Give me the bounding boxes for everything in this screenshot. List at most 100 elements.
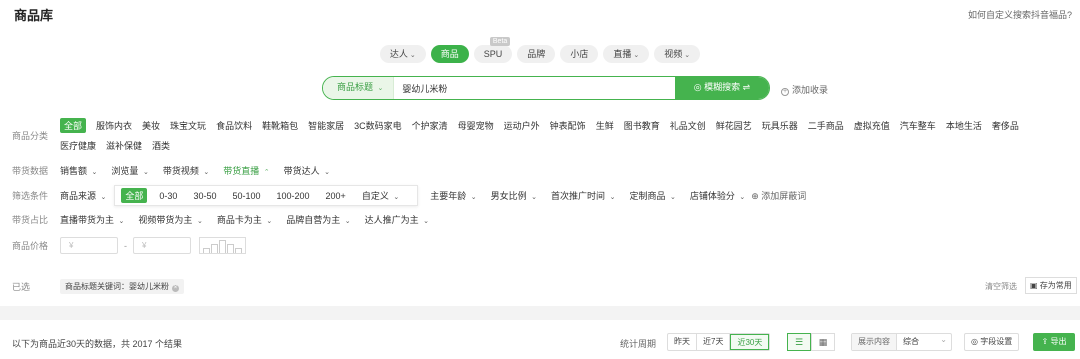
dropdown-label: 带货直播 — [223, 166, 260, 176]
talent-main-dropdown[interactable]: 达人推广为主 ⌄ — [365, 213, 429, 226]
card-main-dropdown[interactable]: 商品卡为主 ⌄ — [217, 213, 272, 226]
range-chip[interactable]: 50-100 — [228, 190, 264, 202]
tab-label: 商品 — [440, 49, 459, 59]
period-7-days[interactable]: 近7天 — [697, 334, 731, 350]
price-max-input[interactable]: ¥ — [133, 237, 191, 254]
dropdown-label: 浏览量 — [111, 166, 139, 176]
save-common-button[interactable]: ▣ 存为常用 — [1025, 277, 1077, 294]
search-bar: 商品标题 ⌄ ◎ 模糊搜索 ⇌ — [322, 76, 770, 100]
category-item[interactable]: 运动户外 — [504, 119, 540, 132]
display-content-select[interactable]: 展示内容 综合 — [851, 332, 952, 351]
tab-label: 品牌 — [527, 49, 546, 59]
selected-tag-text: 商品标题关键词：婴幼儿米粉 — [65, 282, 169, 291]
histogram-bar — [219, 240, 226, 253]
category-item[interactable]: 礼品文创 — [670, 119, 706, 132]
tab-talent[interactable]: 达人 ⌄ — [379, 45, 426, 63]
category-item[interactable]: 3C数码家电 — [354, 119, 402, 132]
price-min-input[interactable]: ¥ — [60, 237, 118, 254]
range-chip-custom[interactable]: 自定义 ⌄ — [358, 188, 403, 203]
chevron-down-icon: ⌄ — [470, 194, 477, 201]
histogram-bar — [227, 244, 234, 253]
tab-video[interactable]: 视频 ⌄ — [654, 45, 701, 63]
chevron-down-icon: ⌄ — [377, 85, 384, 92]
category-item[interactable]: 二手商品 — [808, 119, 844, 132]
page-title: 商品库 — [14, 8, 54, 23]
views-dropdown[interactable]: 浏览量 ⌄ — [111, 164, 148, 177]
category-item[interactable]: 玩具乐器 — [762, 119, 798, 132]
category-item[interactable]: 医疗健康 — [60, 139, 96, 152]
share-ratio-row: 带货占比 直播带货为主 ⌄ 视频带货为主 ⌄ 商品卡为主 ⌄ 品牌自营为主 ⌄ … — [12, 213, 443, 226]
range-chip[interactable]: 100-200 — [273, 190, 314, 202]
list-view-icon[interactable]: ☰ — [787, 333, 811, 351]
dropdown-label: 带货达人 — [283, 166, 320, 176]
fuzzy-search-button[interactable]: ◎ 模糊搜索 ⇌ — [675, 77, 769, 99]
range-chip[interactable]: 全部 — [121, 188, 148, 203]
category-item[interactable]: 服饰内衣 — [96, 119, 132, 132]
category-item[interactable]: 母婴宠物 — [458, 119, 494, 132]
chevron-down-icon: ⌄ — [344, 218, 351, 225]
category-item[interactable]: 酒类 — [152, 139, 170, 152]
category-item[interactable]: 生鲜 — [596, 119, 614, 132]
price-row: 商品价格 ¥ - ¥ — [12, 237, 246, 254]
grid-view-icon[interactable]: ▦ — [811, 333, 835, 351]
filter-conditions-row: 筛选条件 商品来源 ⌄ 全部 0-30 30-50 50-100 100-200… — [12, 185, 806, 206]
category-item[interactable]: 珠宝文玩 — [170, 119, 206, 132]
main-age-dropdown[interactable]: 主要年龄 ⌄ — [430, 189, 476, 202]
sales-live-dropdown[interactable]: 带货直播 ⌃ — [223, 164, 269, 177]
category-item[interactable]: 图书教育 — [624, 119, 660, 132]
period-yesterday[interactable]: 昨天 — [668, 334, 697, 350]
gender-ratio-dropdown[interactable]: 男女比例 ⌄ — [491, 189, 537, 202]
category-item[interactable]: 个护家清 — [412, 119, 448, 132]
chevron-down-icon: ⌄ — [196, 218, 203, 225]
sales-talent-dropdown[interactable]: 带货达人 ⌄ — [284, 164, 330, 177]
search-type-label: 商品标题 — [337, 82, 374, 92]
add-favorite-label: 添加收录 — [792, 85, 829, 95]
video-main-dropdown[interactable]: 视频带货为主 ⌄ — [138, 213, 202, 226]
category-item[interactable]: 虚拟充值 — [854, 119, 890, 132]
tab-spu[interactable]: SPU Beta — [473, 37, 513, 63]
category-item[interactable]: 全部 — [60, 118, 87, 133]
shop-score-dropdown[interactable]: 店铺体验分 ⌄ — [690, 189, 745, 202]
range-chip[interactable]: 200+ — [322, 190, 350, 202]
dropdown-label: 视频带货为主 — [138, 215, 193, 225]
field-settings-button[interactable]: ◎ 字段设置 — [964, 333, 1020, 351]
product-source-dropdown[interactable]: 商品来源 ⌄ — [60, 189, 106, 202]
brand-main-dropdown[interactable]: 品牌自营为主 ⌄ — [286, 213, 350, 226]
sales-amount-dropdown[interactable]: 销售额 ⌄ — [60, 164, 97, 177]
category-item[interactable]: 钟表配饰 — [550, 119, 586, 132]
range-chip[interactable]: 30-50 — [189, 190, 220, 202]
add-block-word-button[interactable]: ⊕ 添加屏蔽词 — [751, 189, 806, 202]
tab-products[interactable]: 商品 — [430, 45, 469, 63]
view-toggle: ☰ ▦ — [787, 333, 835, 351]
category-item[interactable]: 奢侈品 — [992, 119, 1019, 132]
category-item[interactable]: 汽车整车 — [900, 119, 936, 132]
category-item[interactable]: 美妆 — [142, 119, 160, 132]
export-button[interactable]: ⇪ 导出 — [1033, 333, 1075, 351]
category-item[interactable]: 鲜花园艺 — [716, 119, 752, 132]
first-promo-time-dropdown[interactable]: 首次推广时间 ⌄ — [551, 189, 615, 202]
tab-shop[interactable]: 小店 — [560, 45, 599, 63]
search-type-select[interactable]: 商品标题 ⌄ — [323, 77, 395, 99]
period-30-days[interactable]: 近30天 — [730, 334, 770, 350]
tab-label: 小店 — [570, 49, 589, 59]
price-histogram-icon[interactable] — [199, 237, 246, 254]
sales-video-dropdown[interactable]: 带货视频 ⌄ — [163, 164, 209, 177]
help-link[interactable]: 如何自定义搜索抖音福品? — [968, 8, 1072, 21]
search-input[interactable] — [394, 78, 675, 98]
custom-product-dropdown[interactable]: 定制商品 ⌄ — [629, 189, 675, 202]
range-chip[interactable]: 0-30 — [155, 190, 181, 202]
share-ratio-label: 带货占比 — [12, 215, 49, 225]
period-label: 统计周期 — [620, 339, 657, 349]
tab-live[interactable]: 直播 ⌄ — [603, 45, 650, 63]
live-main-dropdown[interactable]: 直播带货为主 ⌄ — [60, 213, 124, 226]
entity-tabs: 达人 ⌄ 商品 SPU Beta 品牌 小店 直播 ⌄ 视频 ⌄ — [0, 37, 1080, 63]
category-item[interactable]: 食品饮料 — [216, 119, 252, 132]
category-item[interactable]: 滋补保健 — [106, 139, 142, 152]
add-favorite-button[interactable]: + 添加收录 — [781, 83, 828, 96]
clear-filters-button[interactable]: 清空筛选 — [985, 281, 1017, 292]
category-item[interactable]: 智能家居 — [308, 119, 344, 132]
close-icon[interactable]: × — [172, 285, 179, 292]
tab-brand[interactable]: 品牌 — [517, 45, 556, 63]
category-item[interactable]: 本地生活 — [946, 119, 982, 132]
category-item[interactable]: 鞋靴箱包 — [262, 119, 298, 132]
